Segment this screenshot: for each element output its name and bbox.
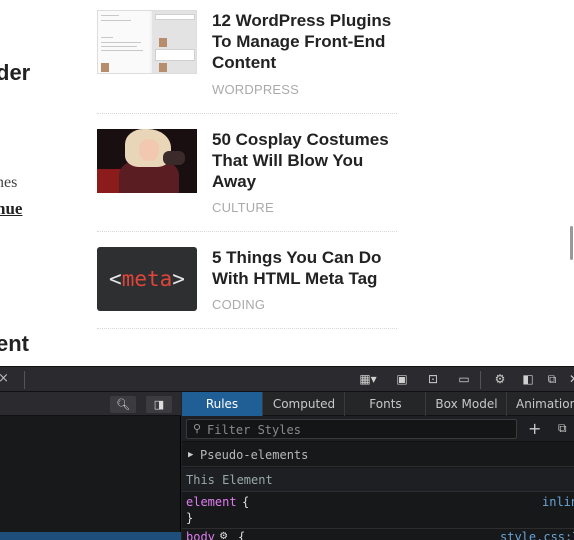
rule-source-link[interactable]: inline xyxy=(542,495,574,509)
tab-computed[interactable]: Computed xyxy=(264,392,345,416)
rule-selector[interactable]: element xyxy=(186,495,237,509)
tab-animations[interactable]: Animations xyxy=(508,392,574,416)
rule-open-brace: { xyxy=(242,495,250,509)
section-heading-fragment: ent xyxy=(0,331,29,356)
filter-placeholder: Filter Styles xyxy=(207,423,301,437)
devtools-panel: × ▦▾ ▣ ⊡ ▭ ⚙ ◧ ⧉ ✕ 🔍︎ ◨ Rules Computed F… xyxy=(0,366,574,540)
pseudo-elements-label: Pseudo-elements xyxy=(200,448,309,462)
search-icon[interactable]: 🔍︎ xyxy=(110,396,136,413)
page-scrollbar[interactable] xyxy=(570,226,573,260)
post-category[interactable]: CULTURE xyxy=(212,200,274,215)
post-thumbnail[interactable] xyxy=(97,129,197,193)
toolbar-separator xyxy=(24,371,25,389)
css-rule[interactable]: element { } inline xyxy=(182,493,574,529)
rules-sidebar: Rules Computed Fonts Box Model Animation… xyxy=(182,392,574,540)
rule-open-brace: { xyxy=(238,530,246,540)
post-title[interactable]: 50 Cosplay Costumes That Will Blow You A… xyxy=(212,129,397,192)
pseudo-elements-toggle[interactable]: ▶ Pseudo-elements xyxy=(182,443,574,467)
post-category[interactable]: CODING xyxy=(212,297,265,312)
post-thumbnail[interactable] xyxy=(97,10,197,74)
screenshot-icon[interactable]: ⊡ xyxy=(425,372,441,386)
responsive-design-icon[interactable]: ▣ xyxy=(394,372,410,386)
continue-link-fragment[interactable]: nue xyxy=(0,199,22,219)
tab-box-model[interactable]: Box Model xyxy=(427,392,507,416)
close-devtools-icon[interactable]: ✕ xyxy=(566,372,574,386)
divider xyxy=(97,328,397,329)
related-post[interactable]: 12 WordPress Plugins To Manage Front-End… xyxy=(97,10,397,114)
frame-select-icon[interactable]: ▦▾ xyxy=(355,372,381,386)
dock-side-icon[interactable]: ◧ xyxy=(520,372,536,386)
meta-close-bracket: > xyxy=(172,267,185,291)
rulers-icon[interactable]: ▭ xyxy=(456,372,472,386)
css-rule[interactable]: body ⚙ { style.css:7 xyxy=(182,528,574,540)
post-category[interactable]: WORDPRESS xyxy=(212,82,299,97)
this-element-header: This Element xyxy=(182,468,574,492)
devtools-toolbar: × ▦▾ ▣ ⊡ ▭ ⚙ ◧ ⧉ ✕ xyxy=(0,366,574,392)
this-element-label: This Element xyxy=(186,473,273,487)
rule-selector[interactable]: body xyxy=(186,530,215,540)
gear-icon[interactable]: ⚙ xyxy=(220,528,227,540)
expand-triangle-icon: ▶ xyxy=(188,450,194,460)
divider xyxy=(97,231,397,232)
divider xyxy=(97,113,397,114)
filter-toolbar: ⚲ Filter Styles + ⧉ xyxy=(182,416,574,442)
tab-rules[interactable]: Rules xyxy=(182,392,263,416)
related-post[interactable]: < meta > 5 Things You Can Do With HTML Met… xyxy=(97,247,397,330)
gear-icon[interactable]: ⚙ xyxy=(492,372,508,386)
search-icon: ⚲ xyxy=(193,422,202,435)
markup-toolbar: 🔍︎ ◨ xyxy=(0,392,181,416)
rule-close-brace: } xyxy=(186,511,194,525)
article-heading-fragment: der xyxy=(0,60,31,85)
toggle-pseudo-class-icon[interactable]: ⧉ xyxy=(558,421,567,436)
post-title[interactable]: 5 Things You Can Do With HTML Meta Tag xyxy=(212,247,397,289)
toolbar-separator xyxy=(480,371,481,389)
rule-source-link[interactable]: style.css:7 xyxy=(500,530,574,540)
article-text-fragment: nes xyxy=(0,174,18,191)
toggle-sidebar-icon[interactable]: ◨ xyxy=(146,396,172,413)
tab-fonts[interactable]: Fonts xyxy=(346,392,426,416)
markup-view: 🔍︎ ◨ xyxy=(0,392,181,540)
filter-styles-input[interactable]: ⚲ Filter Styles xyxy=(186,419,517,439)
meta-open-bracket: < xyxy=(109,267,122,291)
meta-keyword: meta xyxy=(121,267,173,291)
post-title[interactable]: 12 WordPress Plugins To Manage Front-End… xyxy=(212,10,397,73)
undock-window-icon[interactable]: ⧉ xyxy=(544,372,560,386)
selected-node-row[interactable] xyxy=(0,532,181,540)
sidebar-tabs: Rules Computed Fonts Box Model Animation… xyxy=(182,392,574,416)
related-post[interactable]: 50 Cosplay Costumes That Will Blow You A… xyxy=(97,129,397,232)
web-page: der nes nue ent 12 WordPress Plugins To … xyxy=(0,0,574,366)
post-thumbnail[interactable]: < meta > xyxy=(97,247,197,311)
close-icon[interactable]: × xyxy=(0,371,9,386)
add-rule-button[interactable]: + xyxy=(528,419,541,438)
